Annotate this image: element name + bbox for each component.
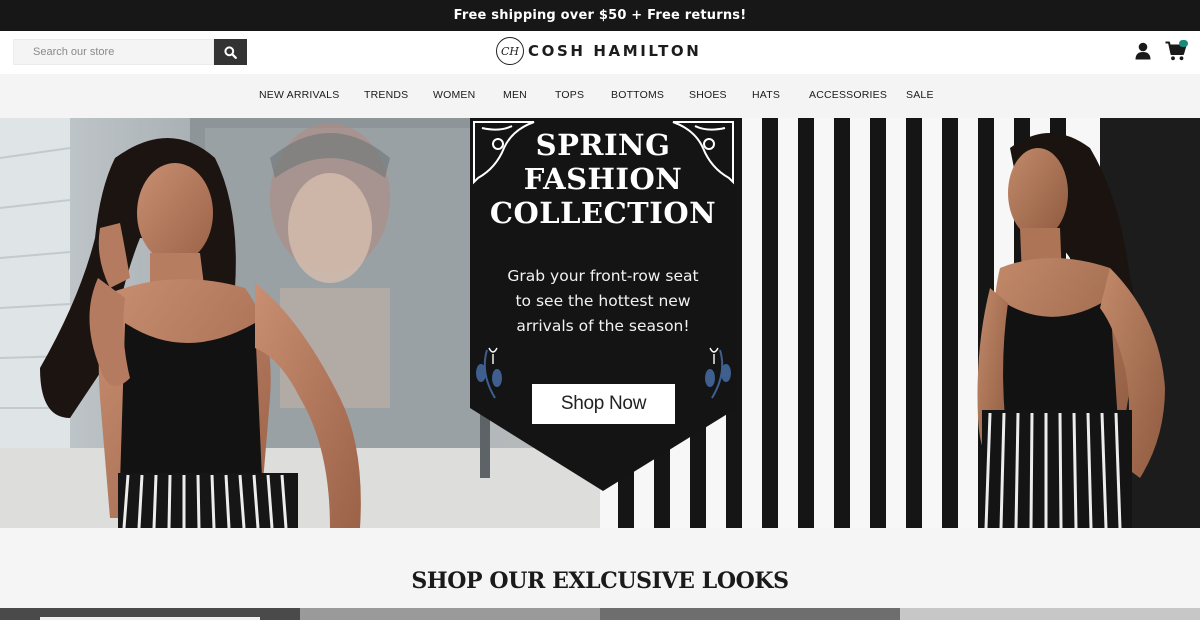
hero-banner[interactable]: SPRING FASHION COLLECTION Grab your fron… <box>0 118 1200 528</box>
shop-now-button[interactable]: Shop Now <box>532 384 675 424</box>
hero-subtitle-line: to see the hottest new <box>515 292 691 310</box>
nav-item-women[interactable]: WOMEN <box>433 89 475 101</box>
promo-text: Free shipping over $50 + Free returns! <box>453 8 747 23</box>
hero-subtitle-line: arrivals of the season! <box>516 317 690 335</box>
header: CH COSH HAMILTON <box>0 31 1200 74</box>
nav-item-sale[interactable]: SALE <box>906 89 934 101</box>
search-icon <box>224 45 237 59</box>
cart-badge <box>1179 40 1188 47</box>
section-title: SHOP OUR EXLCUSIVE LOOKS <box>411 568 789 594</box>
nav-item-tops[interactable]: TOPS <box>555 89 584 101</box>
search-bar <box>13 39 247 65</box>
main-nav: NEW ARRIVALS TRENDS WOMEN MEN TOPS BOTTO… <box>0 74 1200 118</box>
hero-title-line: COLLECTION <box>489 196 717 230</box>
hero-title-line: FASHION <box>523 162 683 196</box>
nav-item-men[interactable]: MEN <box>503 89 527 101</box>
nav-item-trends[interactable]: TRENDS <box>364 89 408 101</box>
logo-text: COSH HAMILTON <box>528 42 702 60</box>
nav-item-accessories[interactable]: ACCESSORIES <box>809 89 887 101</box>
nav-item-hats[interactable]: HATS <box>752 89 780 101</box>
looks-preview-strip[interactable] <box>0 608 1200 620</box>
hero-title: SPRING FASHION COLLECTION <box>470 128 736 230</box>
nav-item-bottoms[interactable]: BOTTOMS <box>611 89 664 101</box>
search-button[interactable] <box>214 39 247 65</box>
hero-subtitle-line: Grab your front-row seat <box>507 267 699 285</box>
nav-item-new-arrivals[interactable]: NEW ARRIVALS <box>259 89 339 101</box>
user-icon[interactable] <box>1134 42 1152 60</box>
exclusive-looks-section: SHOP OUR EXLCUSIVE LOOKS <box>0 528 1200 620</box>
logo-monogram: CH <box>496 37 524 65</box>
hero-subtitle: Grab your front-row seat to see the hott… <box>470 264 736 339</box>
hero-title-line: SPRING <box>535 128 671 162</box>
nav-item-shoes[interactable]: SHOES <box>689 89 727 101</box>
promo-bar: Free shipping over $50 + Free returns! <box>0 0 1200 31</box>
search-input[interactable] <box>13 39 214 65</box>
logo[interactable]: CH COSH HAMILTON <box>496 37 701 65</box>
